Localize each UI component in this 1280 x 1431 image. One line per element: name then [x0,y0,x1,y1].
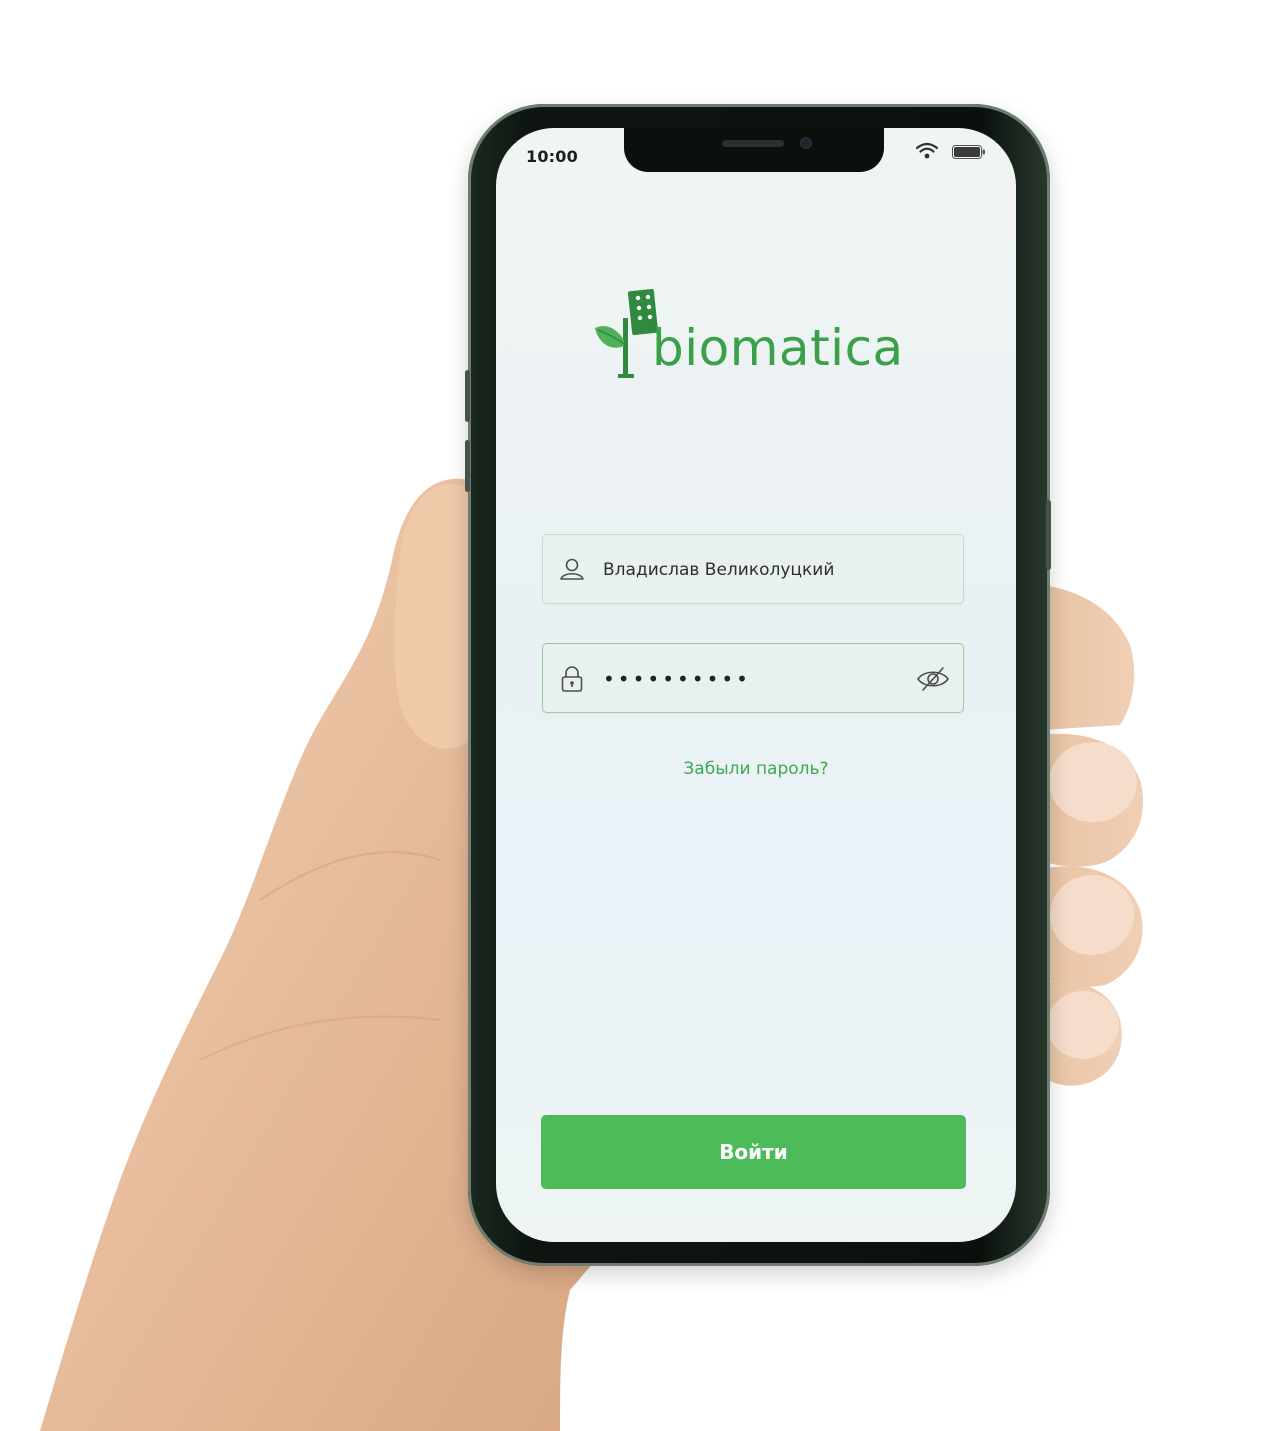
phone-side-button [465,440,470,492]
wifi-icon [916,142,938,159]
phone-side-button [465,370,470,422]
brand-logo: biomatica [594,288,914,388]
forgot-password-link[interactable]: Забыли пароль? [496,759,1016,779]
status-time: 10:00 [526,147,578,166]
battery-icon [952,145,985,159]
notch [624,128,884,172]
phone-side-button [1046,500,1051,570]
brand-name: biomatica [652,319,904,377]
earpiece-speaker [722,140,784,147]
password-masked-value[interactable]: •••••••••• [603,644,751,714]
front-camera [800,137,812,149]
sprout-chip-icon [595,288,658,378]
login-button[interactable]: Войти [541,1115,966,1189]
scene: 10:00 biomatica Владислав Великолуцкий •… [0,0,1280,1431]
user-icon [560,558,584,580]
lock-icon [561,666,583,692]
eye-slash-icon[interactable] [915,664,951,694]
phone-screen: 10:00 biomatica Владислав Великолуцкий •… [496,128,1016,1242]
password-field[interactable]: •••••••••• [542,643,964,713]
username-field[interactable]: Владислав Великолуцкий [542,534,964,604]
username-value[interactable]: Владислав Великолуцкий [603,535,903,605]
